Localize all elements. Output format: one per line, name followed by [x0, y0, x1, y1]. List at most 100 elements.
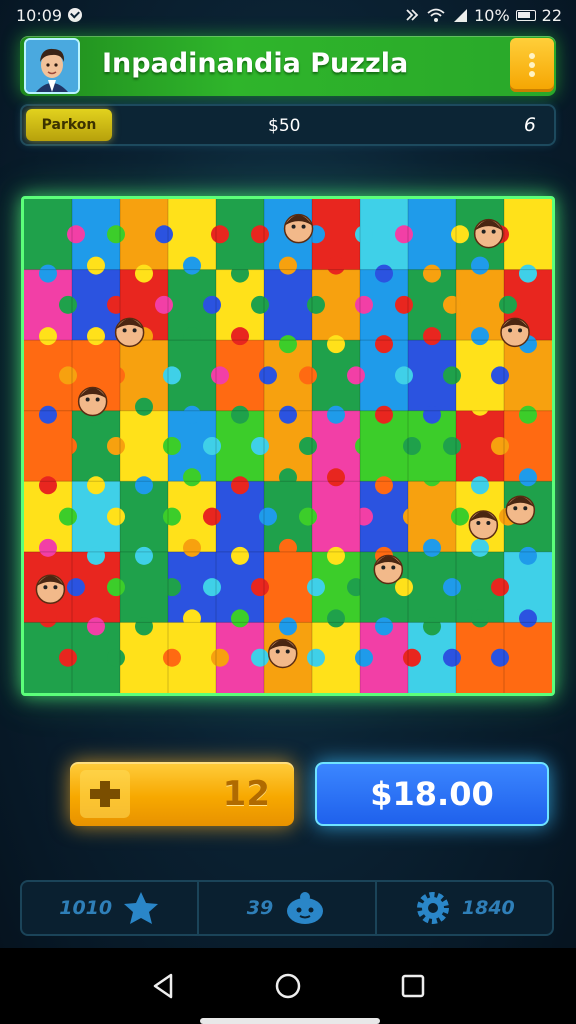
puzzle-knob: [375, 617, 393, 636]
puzzle-knob: [251, 225, 269, 244]
puzzle-knob: [211, 366, 229, 385]
puzzle-knob: [39, 609, 57, 628]
puzzle-piece[interactable]: [120, 410, 169, 482]
puzzle-knob: [183, 405, 201, 424]
star-icon: [124, 892, 159, 924]
puzzle-knob: [423, 327, 441, 346]
puzzle-knob: [327, 335, 345, 354]
puzzle-knob: [59, 437, 77, 455]
puzzle-knob: [471, 609, 489, 628]
puzzle-knob: [327, 468, 345, 487]
puzzle-knob: [355, 225, 373, 244]
puzzle-piece[interactable]: [408, 199, 457, 271]
puzzle-knob: [443, 366, 461, 385]
game-title: Inpadinandia Puzzla: [102, 48, 409, 79]
puzzle-knob: [59, 648, 77, 667]
puzzle-knob: [163, 437, 181, 455]
puzzle-knob: [203, 578, 221, 597]
puzzle-knob: [107, 648, 125, 667]
puzzle-knob: [251, 437, 269, 455]
puzzle-piece[interactable]: [24, 199, 73, 271]
puzzle-knob: [279, 468, 297, 487]
puzzle-knob: [307, 295, 325, 314]
puzzle-knob: [107, 437, 125, 455]
status-left: 10:09: [16, 5, 83, 25]
puzzle-piece[interactable]: [312, 481, 361, 553]
puzzle-knob: [231, 476, 249, 495]
puzzle-knob: [155, 225, 173, 244]
score-value: $50: [268, 116, 301, 136]
puzzle-knob: [471, 476, 489, 495]
cartoon-character-icon: [505, 495, 536, 525]
puzzle-knob: [279, 335, 297, 354]
puzzle-knob: [499, 295, 517, 314]
puzzle-knob: [279, 405, 297, 424]
puzzle-knob: [183, 468, 201, 487]
puzzle-knob: [279, 617, 297, 636]
nfc-icon: [406, 9, 419, 21]
battery-icon: [515, 9, 536, 21]
puzzle-knob: [107, 578, 125, 597]
stat-characters-value: 39: [246, 897, 274, 919]
puzzle-knob: [307, 578, 325, 597]
cartoon-character-icon: [77, 386, 108, 417]
puzzle-knob: [231, 609, 249, 628]
puzzle-knob: [423, 264, 441, 283]
puzzle-knob: [59, 295, 77, 314]
mode-tab[interactable]: Parkon: [26, 109, 112, 141]
puzzle-knob: [395, 366, 413, 385]
stat-stars[interactable]: 1010: [22, 882, 200, 934]
puzzle-board-canvas[interactable]: [24, 199, 552, 693]
back-icon[interactable]: [149, 972, 177, 1000]
puzzle-knob: [443, 437, 461, 455]
puzzle-piece[interactable]: [504, 199, 552, 271]
puzzle-knob: [87, 476, 105, 495]
menu-button[interactable]: [510, 38, 554, 92]
status-bar: 10:09 10% 22: [0, 0, 576, 30]
puzzle-knob: [135, 264, 153, 283]
puzzle-knob: [231, 327, 249, 346]
puzzle-knob: [327, 609, 345, 628]
puzzle-knob: [163, 578, 181, 597]
puzzle-knob: [423, 538, 441, 557]
status-right: 10% 22: [404, 6, 562, 25]
puzzle-piece[interactable]: [264, 551, 313, 623]
puzzle-knob: [491, 437, 509, 455]
battery-percent: 10%: [474, 5, 510, 25]
puzzle-knob: [375, 405, 393, 424]
home-indicator: [200, 1018, 380, 1024]
puzzle-knob: [423, 405, 441, 424]
cartoon-character-icon: [35, 574, 66, 605]
puzzle-piece[interactable]: [264, 269, 313, 341]
puzzle-knob: [471, 256, 489, 275]
notification-check-icon: [68, 8, 83, 22]
puzzle-knob: [491, 648, 509, 667]
puzzle-knob: [231, 405, 249, 424]
hint-button[interactable]: 12: [70, 762, 294, 826]
puzzle-knob: [211, 648, 229, 667]
player-avatar-icon[interactable]: [24, 38, 80, 94]
cartoon-character-icon: [283, 213, 314, 244]
puzzle-knob: [39, 327, 57, 346]
buy-button[interactable]: $18.00: [315, 762, 549, 826]
puzzle-knob: [355, 437, 373, 455]
recents-icon[interactable]: [399, 972, 427, 1000]
hint-count: 12: [222, 774, 270, 814]
puzzle-piece[interactable]: [504, 622, 552, 693]
clock-time: 10:09: [16, 5, 63, 25]
puzzle-knob: [327, 405, 345, 424]
puzzle-knob: [251, 648, 269, 667]
puzzle-knob: [87, 327, 105, 346]
stat-settings[interactable]: 1840: [377, 882, 552, 934]
hint-icon-box: [80, 770, 130, 818]
puzzle-knob: [327, 546, 345, 565]
puzzle-knob: [403, 437, 421, 455]
puzzle-board[interactable]: [21, 196, 555, 696]
puzzle-knob: [299, 366, 317, 385]
stat-characters[interactable]: 39: [199, 882, 377, 934]
puzzle-knob: [203, 295, 221, 314]
puzzle-knob: [491, 366, 509, 385]
puzzle-knob: [451, 225, 469, 244]
cartoon-character-icon: [267, 638, 298, 669]
home-icon[interactable]: [274, 972, 302, 1000]
